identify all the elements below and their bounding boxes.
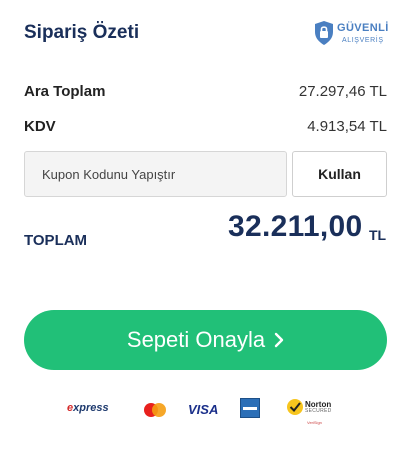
total-value: 32.211,00: [228, 210, 363, 243]
mastercard-icon: [144, 403, 166, 417]
total-currency: TL: [369, 227, 387, 243]
confirm-cart-label: Sepeti Onayla: [126, 327, 266, 352]
subtotal-label: Ara Toplam: [24, 83, 106, 100]
confirm-cart-button[interactable]: Sepeti Onayla: [24, 310, 387, 370]
secure-badge-title: GÜVENLİ: [337, 22, 389, 34]
subtotal-row: Ara Toplam 27.297,46 TL: [24, 83, 387, 103]
tax-value: 4.913,54 TL: [307, 118, 387, 135]
amex-icon: [240, 398, 260, 418]
norton-secured-logo: Norton SECURED VeriSign: [286, 394, 342, 426]
chevron-right-icon: [274, 332, 284, 348]
norton-sub: SECURED: [305, 408, 332, 414]
coupon-field-wrapper: [24, 151, 287, 197]
shield-lock-icon: [315, 21, 333, 45]
tax-row: KDV 4.913,54 TL: [24, 118, 387, 138]
apply-coupon-button[interactable]: Kullan: [292, 151, 387, 197]
payment-logos: express VISA Norton SECURED VeriSign: [0, 393, 413, 433]
norton-footnote: VeriSign: [307, 420, 322, 425]
tax-label: KDV: [24, 118, 56, 135]
secure-shopping-badge: GÜVENLİ ALIŞVERİŞ: [313, 20, 391, 54]
visa-logo: VISA: [188, 402, 219, 417]
order-summary-title: Sipariş Özeti: [24, 22, 140, 43]
express-logo: express: [67, 402, 109, 414]
norton-check-icon: [287, 399, 303, 415]
coupon-code-input[interactable]: [25, 152, 286, 196]
subtotal-value: 27.297,46 TL: [298, 83, 387, 100]
secure-badge-subtitle: ALIŞVERİŞ: [342, 37, 384, 44]
total-label: TOPLAM: [24, 232, 88, 249]
